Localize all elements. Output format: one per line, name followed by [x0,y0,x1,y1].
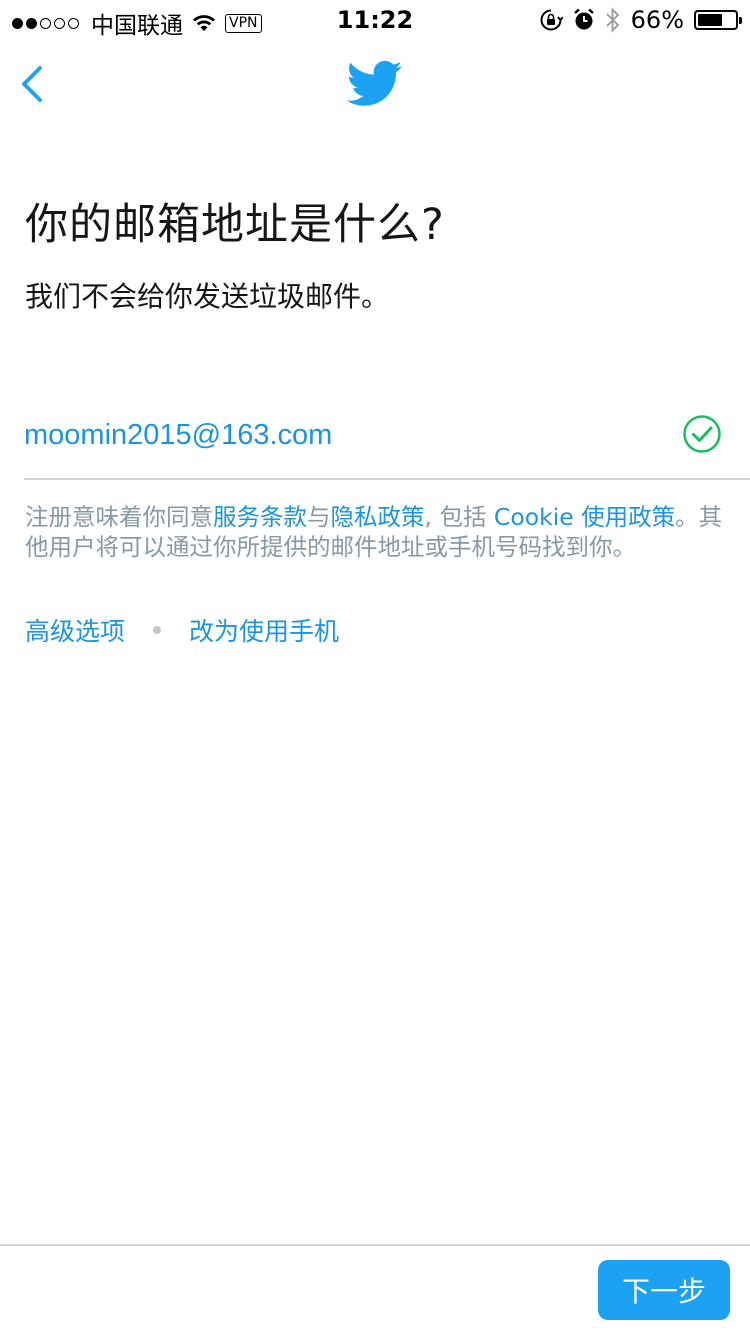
alarm-icon [573,8,594,30]
back-button[interactable] [18,62,48,106]
twitter-bird-icon [347,60,403,106]
footer-divider [0,1244,750,1246]
legal-notice: 注册意味着你同意服务条款与隐私政策, 包括 Cookie 使用政策。其他用户将可… [25,502,730,562]
input-underline [24,478,750,480]
signup-email-screen: 中国联通 VPN 11:22 66% 你的邮箱地址是什么? 我们不会给你发送垃圾… [0,0,750,1334]
email-input[interactable] [24,410,664,460]
signup-options: 高级选项 改为使用手机 [25,612,339,648]
legal-and: 与 [307,503,331,531]
page-title: 你的邮箱地址是什么? [25,200,445,250]
page-subtitle: 我们不会给你发送垃圾邮件。 [25,280,390,313]
status-right: 66% [539,6,742,34]
bluetooth-icon [606,7,619,33]
cookie-policy-link[interactable]: Cookie 使用政策 [494,503,675,531]
orientation-lock-icon [540,9,563,31]
legal-including: , 包括 [424,503,494,531]
checkmark-circle-icon [683,415,721,453]
next-button[interactable]: 下一步 [598,1260,730,1320]
battery-icon [694,10,742,30]
use-phone-link[interactable]: 改为使用手机 [189,612,339,648]
separator-dot [153,626,162,634]
battery-fill [698,14,722,26]
battery-percent: 66% [630,6,684,34]
status-bar: 中国联通 VPN 11:22 66% [0,0,750,40]
advanced-options-link[interactable]: 高级选项 [25,612,125,648]
legal-prefix: 注册意味着你同意 [25,503,213,531]
chevron-left-icon [22,66,42,102]
terms-of-service-link[interactable]: 服务条款 [213,503,307,531]
privacy-policy-link[interactable]: 隐私政策 [331,503,425,531]
